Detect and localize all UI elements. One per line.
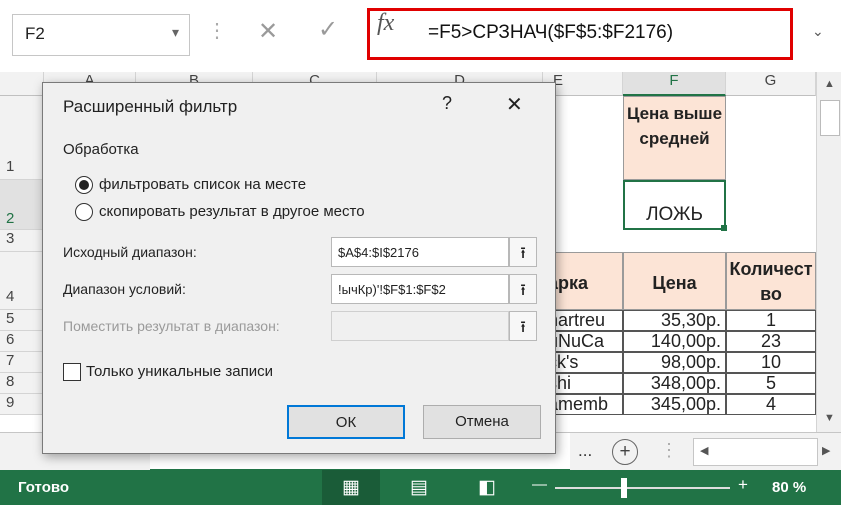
cell-f1-header[interactable]: Цена выше средней (623, 96, 726, 180)
ok-button[interactable]: ОК (287, 405, 405, 439)
table-cell[interactable]: 23 (726, 331, 816, 352)
fill-handle[interactable] (721, 225, 727, 231)
normal-view-button[interactable]: ▦ (322, 470, 380, 505)
formula-highlight-box (367, 8, 793, 60)
help-button[interactable]: ? (442, 93, 452, 114)
table-cell[interactable]: 345,00р. (623, 394, 726, 415)
criteria-range-value: !ычКр)'!$F$1:$F$2 (338, 282, 446, 297)
row-header-9[interactable]: 9 (0, 394, 44, 415)
scroll-right-icon[interactable]: ▶ (822, 444, 830, 457)
row-header-6[interactable]: 6 (0, 331, 44, 352)
collapse-dialog-icon[interactable]: ⭱ (509, 311, 537, 341)
close-icon[interactable]: ✕ (506, 92, 523, 117)
enter-formula-icon[interactable]: ✓ (318, 15, 338, 44)
row-header-8[interactable]: 8 (0, 373, 44, 394)
row-header-2[interactable]: 2 (0, 180, 44, 230)
radio-filter-in-place[interactable] (75, 176, 93, 194)
unique-records-label[interactable]: Только уникальные записи (86, 363, 273, 380)
horizontal-scrollbar[interactable]: ◀ (693, 438, 818, 466)
page-layout-icon[interactable]: ▤ (410, 476, 428, 499)
add-sheet-label: + (619, 441, 631, 462)
column-header-f[interactable]: F (623, 72, 726, 96)
radio-dot (79, 180, 89, 190)
row-header-1[interactable]: 1 (0, 96, 44, 180)
cancel-button[interactable]: Отмена (423, 405, 541, 439)
column-header-g[interactable]: G (726, 72, 816, 96)
unique-records-checkbox[interactable] (63, 363, 81, 381)
cancel-formula-icon[interactable]: ✕ (258, 17, 278, 46)
table-cell[interactable]: 4 (726, 394, 816, 415)
dialog-title: Расширенный фильтр (63, 97, 238, 116)
select-all-corner[interactable] (0, 72, 44, 96)
scroll-down-icon[interactable]: ▼ (824, 412, 835, 424)
copy-to-input[interactable] (331, 311, 509, 341)
table-cell[interactable]: 98,00р. (623, 352, 726, 373)
table-cell[interactable]: 1 (726, 310, 816, 331)
row-header-5[interactable]: 5 (0, 310, 44, 331)
cell-f4-header[interactable]: Цена (623, 252, 726, 310)
processing-group-label: Обработка (63, 141, 139, 158)
table-cell[interactable]: 348,00р. (623, 373, 726, 394)
scroll-thumb[interactable] (820, 100, 840, 136)
collapse-dialog-icon[interactable]: ⭱ (509, 274, 537, 304)
criteria-range-input[interactable]: !ычКр)'!$F$1:$F$2 (331, 274, 509, 304)
more-dots-icon: ⋮ (660, 440, 678, 460)
collapse-dialog-icon[interactable]: ⭱ (509, 237, 537, 267)
chevron-down-icon[interactable]: ▾ (172, 24, 179, 41)
cell-g4-header[interactable]: Количество (726, 252, 816, 310)
table-cell[interactable]: 140,00р. (623, 331, 726, 352)
formula-bar: F2 ▾ ⋮ ✕ ✓ fx =F5>СРЗНАЧ($F$5:$F2176) ⌄ (0, 0, 841, 73)
source-range-value: $A$4:$I$2176 (338, 245, 419, 260)
page-break-preview-icon[interactable]: ◧ (478, 476, 496, 499)
table-cell[interactable]: 35,30р. (623, 310, 726, 331)
name-box-value: F2 (25, 24, 45, 43)
copy-to-label: Поместить результат в диапазон: (63, 318, 280, 334)
table-cell[interactable]: 5 (726, 373, 816, 394)
name-box[interactable]: F2 ▾ (12, 14, 190, 56)
more-dots-icon: ⋮ (207, 20, 227, 42)
radio-filter-in-place-label[interactable]: фильтровать список на месте (99, 176, 306, 193)
row-header-7[interactable]: 7 (0, 352, 44, 373)
source-range-input[interactable]: $A$4:$I$2176 (331, 237, 509, 267)
criteria-range-label: Диапазон условий: (63, 281, 186, 297)
tab-ellipsis[interactable]: ... (578, 441, 592, 461)
add-sheet-button[interactable]: + (612, 439, 638, 465)
advanced-filter-dialog: Расширенный фильтр ? ✕ Обработка фильтро… (42, 82, 556, 454)
expand-formula-bar-icon[interactable]: ⌄ (812, 23, 824, 40)
grid-icon: ▦ (342, 477, 360, 498)
cell-f4-text: Цена (652, 273, 697, 293)
vertical-scrollbar[interactable]: ▲ ▼ (816, 72, 841, 432)
table-cell[interactable]: 10 (726, 352, 816, 373)
row-header-4[interactable]: 4 (0, 252, 44, 310)
cell-f2-selected[interactable]: ЛОЖЬ (623, 180, 726, 230)
status-ready: Готово (18, 479, 70, 496)
source-range-label: Исходный диапазон: (63, 244, 197, 260)
scroll-up-icon[interactable]: ▲ (824, 78, 835, 90)
scroll-left-icon[interactable]: ◀ (700, 444, 708, 457)
radio-copy-to-location-label[interactable]: скопировать результат в другое место (99, 203, 365, 220)
radio-copy-to-location[interactable] (75, 203, 93, 221)
zoom-in-button[interactable]: + (738, 475, 748, 495)
zoom-level[interactable]: 80 % (772, 479, 806, 496)
row-header-3[interactable]: 3 (0, 230, 44, 252)
zoom-slider-thumb[interactable] (621, 478, 627, 498)
status-bar: Готово ▦ ▤ ◧ — + 80 % (0, 470, 841, 505)
zoom-slider-track[interactable] (555, 487, 730, 489)
zoom-out-button[interactable]: — (532, 476, 547, 493)
